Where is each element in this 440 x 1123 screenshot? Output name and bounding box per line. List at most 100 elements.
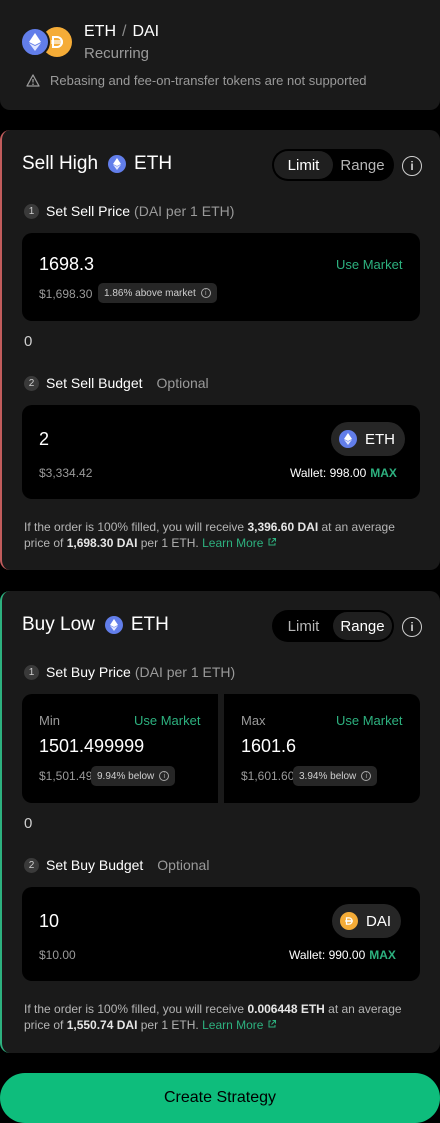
sell-summary: If the order is 100% filled, you will re… [24,519,424,551]
step-number: 2 [24,857,39,873]
external-link-icon[interactable] [267,1018,277,1032]
info-circle-icon[interactable]: i [402,156,422,176]
step-optional: Optional [156,375,209,391]
badge-text: 1.86% above market [104,287,196,299]
step-number: 1 [24,203,39,219]
step-unit: (DAI per 1 ETH) [134,664,236,680]
info-circle-icon: i [200,288,211,298]
buy-summary: If the order is 100% filled, you will re… [24,1001,424,1033]
buy-order-type-toggle: Limit Range [272,610,394,642]
external-link-icon[interactable] [267,536,277,550]
learn-more-link[interactable]: Learn More [202,536,263,550]
step-number: 2 [24,375,39,391]
buy-step-budget: 2 Set Buy Budget Optional [24,857,209,873]
buy-zero-value: 0 [24,815,33,832]
ethereum-icon [104,616,123,634]
max-use-market-button[interactable]: Use Market [336,713,402,728]
min-market-diff-badge: 9.94% below i [91,766,176,786]
warning-text: Rebasing and fee-on-transfer tokens are … [50,73,367,88]
min-price-usd: $1,501.49 [39,769,93,783]
max-market-diff-badge: 3.94% below i [293,766,378,786]
sell-budget-input-panel: 2 ETH $3,334.42 Wallet: 998.00 MAX [22,405,420,499]
summary-post: per 1 ETH. [137,1018,199,1032]
sell-market-diff-badge: 1.86% above market i [98,283,217,303]
sell-token-chip[interactable]: ETH [331,422,405,456]
buy-title-text: Buy Low [22,614,95,635]
strategy-header: ETH / DAI Recurring Rebasing and fee-on-tr… [0,0,440,110]
buy-step-price: 1 Set Buy Price (DAI per 1 ETH) [24,664,235,680]
buy-token-label: ETH [130,614,169,635]
buy-wallet-balance: Wallet: 990.00 MAX [289,948,396,962]
buy-max-button[interactable]: MAX [369,948,396,962]
buy-title: Buy Low ETH [22,614,169,636]
sell-high-card: Sell High ETH Limit Range i 1 Set Sell P… [0,130,440,570]
buy-low-card: Buy Low ETH Limit Range i 1 Set Buy Pric… [0,591,440,1053]
sell-budget-usd: $3,334.42 [39,466,93,480]
summary-amount: 3,396.60 DAI [247,520,319,534]
sell-price-input-panel: 1698.3 Use Market $1,698.30 1.86% above … [22,233,420,321]
sell-price-usd: $1,698.30 [39,287,93,301]
sell-budget-input[interactable]: 2 [39,429,49,450]
step-label: Set Buy Budget [46,857,144,873]
warning-message: Rebasing and fee-on-transfer tokens are … [26,73,367,88]
max-price-input[interactable]: 1601.6 [241,736,296,757]
learn-more-link[interactable]: Learn More [202,1018,263,1032]
dai-icon [340,912,358,930]
strategy-type: Recurring [84,45,150,62]
base-token-label: ETH [84,23,116,40]
sell-range-tab[interactable]: Range [333,151,392,179]
badge-text: 9.94% below [97,770,155,782]
token-chip-label: DAI [366,912,392,930]
summary-price: 1,698.30 DAI [66,536,138,550]
step-label: Set Buy Price [46,664,131,680]
sell-token-label: ETH [134,153,173,174]
max-price-usd: $1,601.60 [241,769,295,783]
buy-max-price-panel: Max Use Market 1601.6 $1,601.60 3.94% be… [224,694,420,803]
sell-limit-tab[interactable]: Limit [274,151,333,179]
sell-max-button[interactable]: MAX [370,466,397,480]
wallet-label: Wallet: 990.00 [289,948,366,962]
step-unit: (DAI per 1 ETH) [134,203,235,219]
buy-min-price-panel: Min Use Market 1501.499999 $1,501.49 9.9… [22,694,218,803]
summary-amount: 0.006448 ETH [247,1002,325,1016]
sell-zero-value: 0 [24,333,33,350]
ethereum-icon [339,430,357,448]
quote-token-label: DAI [132,23,160,40]
sell-step-price: 1 Set Sell Price (DAI per 1 ETH) [24,203,234,219]
sell-order-type-toggle: Limit Range [272,149,394,181]
info-circle-icon[interactable]: i [402,617,422,637]
pair-title: ETH / DAI [84,23,159,41]
buy-token-chip[interactable]: DAI [332,904,402,938]
summary-post: per 1 ETH. [137,536,199,550]
summary-price: 1,550.74 DAI [66,1018,138,1032]
buy-budget-input[interactable]: 10 [39,911,59,932]
sell-title-text: Sell High [22,153,99,174]
wallet-label: Wallet: 998.00 [290,466,367,480]
badge-text: 3.94% below [299,770,357,782]
buy-budget-input-panel: 10 DAI $10.00 Wallet: 990.00 MAX [22,887,420,981]
pair-separator: / [122,23,127,40]
sell-price-input[interactable]: 1698.3 [39,254,94,275]
min-label: Min [39,713,60,728]
summary-pre: If the order is 100% filled, you will re… [24,1002,248,1016]
min-use-market-button[interactable]: Use Market [134,713,200,728]
step-label: Set Sell Budget [46,375,143,391]
buy-limit-tab[interactable]: Limit [274,612,333,640]
info-circle-icon: i [159,771,170,781]
ethereum-icon [20,27,50,57]
max-label: Max [241,713,266,728]
sell-use-market-button[interactable]: Use Market [336,257,402,272]
step-number: 1 [24,664,39,680]
step-label: Set Sell Price [46,203,131,219]
ethereum-icon [108,155,127,173]
token-chip-label: ETH [365,430,395,448]
buy-range-tab[interactable]: Range [333,612,392,640]
sell-wallet-balance: Wallet: 998.00 MAX [290,466,397,480]
token-pair-icons [20,27,72,57]
step-optional: Optional [157,857,210,873]
create-strategy-button[interactable]: Create Strategy [0,1073,440,1123]
min-price-input[interactable]: 1501.499999 [39,736,144,757]
sell-title: Sell High ETH [22,153,172,175]
sell-step-budget: 2 Set Sell Budget Optional [24,375,209,391]
info-circle-icon: i [361,771,372,781]
